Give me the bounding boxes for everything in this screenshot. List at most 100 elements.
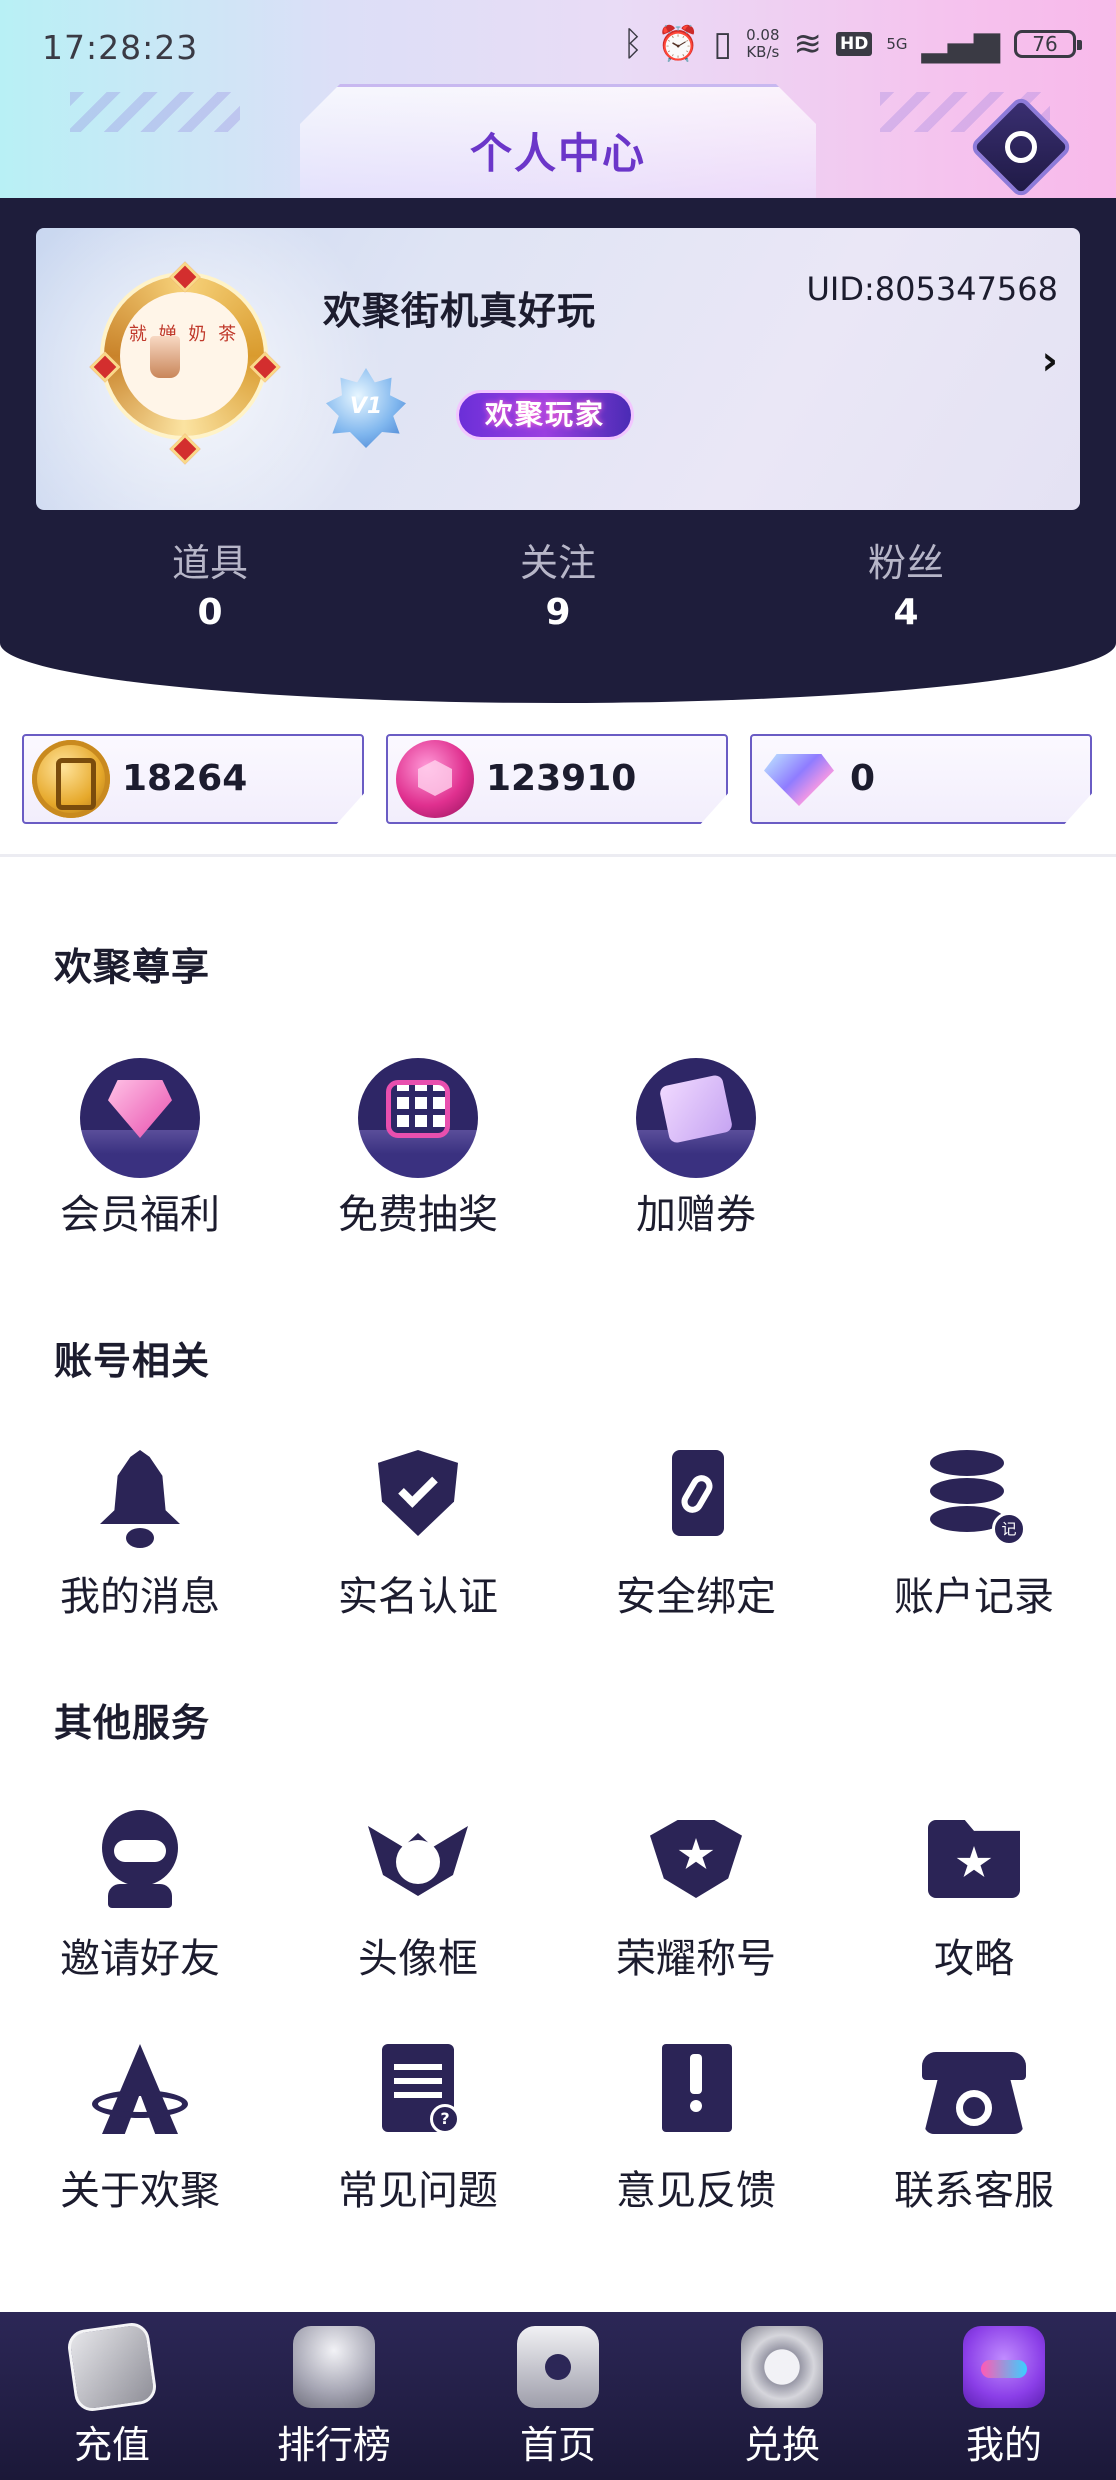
menu-item-security-binding[interactable]: 安全绑定 <box>596 1440 796 1622</box>
menu-item-honor-title[interactable]: 荣耀称号 <box>596 1802 796 1984</box>
menu-item-invite-friends[interactable]: 邀请好友 <box>40 1802 240 1984</box>
shield-check-icon <box>358 1440 478 1560</box>
section-title-exclusive: 欢聚尊享 <box>54 945 211 989</box>
coupon-icon <box>636 1058 756 1178</box>
stat-value: 4 <box>893 592 919 633</box>
home-arcade-icon <box>517 2326 599 2408</box>
menu-item-about[interactable]: 关于欢聚 <box>40 2034 240 2216</box>
currency-amount: 0 <box>850 758 876 799</box>
menu-item-customer-service[interactable]: 联系客服 <box>874 2034 1074 2216</box>
tab-label: 充值 <box>73 2423 150 2467</box>
menu-item-label: 我的消息 <box>60 1574 220 1620</box>
stat-value: 0 <box>197 592 223 633</box>
menu-item-label: 会员福利 <box>60 1192 220 1238</box>
tab-label: 我的 <box>965 2423 1042 2467</box>
profile-stats: 道具 0 关注 9 粉丝 4 <box>0 532 1116 652</box>
exchange-icon <box>741 2326 823 2408</box>
nickname: 欢聚街机真好玩 <box>323 289 597 333</box>
menu-item-label: 关于欢聚 <box>60 2168 220 2214</box>
stat-items[interactable]: 道具 0 <box>90 532 330 633</box>
menu-item-messages[interactable]: 我的消息 <box>40 1440 240 1622</box>
star-emblem-icon <box>636 1802 756 1922</box>
menu-item-bonus-coupon[interactable]: 加赠券 <box>596 1058 796 1240</box>
network-type: 5G <box>886 34 908 53</box>
menu-item-free-lottery[interactable]: 免费抽奖 <box>318 1058 518 1240</box>
menu-item-feedback[interactable]: 意见反馈 <box>596 2034 796 2216</box>
status-icons: ᛒ ⏰ ▯ 0.08 KB/s ≋ HD 5G ▂▄▆ 76 <box>622 24 1082 64</box>
section-divider <box>0 854 1116 857</box>
avatar[interactable]: 就 婵 奶 茶 <box>89 261 281 466</box>
battery-icon: 76 <box>1014 30 1082 58</box>
star-folder-icon <box>914 1802 1034 1922</box>
menu-item-guide[interactable]: 攻略 <box>874 1802 1074 1984</box>
bottom-tab-bar: 充值 排行榜 首页 兑换 我的 <box>0 2312 1116 2480</box>
role-badge: 欢聚玩家 <box>456 390 634 440</box>
menu-item-real-name[interactable]: 实名认证 <box>318 1440 518 1622</box>
tab-label: 首页 <box>519 2423 596 2467</box>
trophy-icon <box>293 2326 375 2408</box>
tab-ranking[interactable]: 排行榜 <box>234 2312 434 2480</box>
vip-level-badge[interactable]: V1 <box>326 368 406 448</box>
net-speed: 0.08 KB/s <box>746 26 780 61</box>
menu-item-label: 邀请好友 <box>60 1936 220 1982</box>
robot-friend-icon <box>80 1802 200 1922</box>
vip-level-text: V1 <box>349 394 383 419</box>
feedback-book-icon <box>636 2034 756 2154</box>
telephone-icon <box>914 2034 1034 2154</box>
stat-following[interactable]: 关注 9 <box>438 532 678 633</box>
menu-item-label: 头像框 <box>358 1936 478 1982</box>
tab-home[interactable]: 首页 <box>458 2312 658 2480</box>
menu-item-label: 荣耀称号 <box>616 1936 776 1982</box>
currency-diamond[interactable]: 0 <box>750 734 1092 824</box>
tab-exchange[interactable]: 兑换 <box>682 2312 882 2480</box>
menu-item-label: 联系客服 <box>894 2168 1054 2214</box>
stat-label: 粉丝 <box>867 541 944 585</box>
lottery-machine-icon <box>358 1058 478 1178</box>
menu-item-label: 加赠券 <box>636 1192 756 1238</box>
menu-item-vip-benefits[interactable]: 会员福利 <box>40 1058 240 1240</box>
menu-item-label: 意见反馈 <box>616 2168 776 2214</box>
status-bar: 17:28:23 ᛒ ⏰ ▯ 0.08 KB/s ≋ HD 5G ▂▄▆ 76 <box>0 0 1116 100</box>
stat-label: 关注 <box>519 541 596 585</box>
currency-amount: 18264 <box>122 758 248 799</box>
diamond-icon <box>760 740 838 818</box>
menu-item-label: 攻略 <box>934 1936 1014 1982</box>
vibrate-icon: ▯ <box>713 24 733 64</box>
menu-item-avatar-frame[interactable]: 头像框 <box>318 1802 518 1984</box>
avatar-image: 就 婵 奶 茶 <box>120 292 248 420</box>
stat-value: 9 <box>545 592 571 633</box>
stat-fans[interactable]: 粉丝 4 <box>786 532 1026 633</box>
tab-label: 排行榜 <box>276 2423 391 2467</box>
bluetooth-icon: ᛒ <box>622 24 644 64</box>
wifi-icon: ≋ <box>793 24 823 64</box>
menu-item-label: 账户记录 <box>894 1574 1054 1620</box>
mine-avatar-icon <box>963 2326 1045 2408</box>
settings-icon <box>1005 131 1037 163</box>
recharge-icon <box>65 2320 159 2414</box>
chevron-right-icon[interactable]: › <box>1042 338 1058 384</box>
currency-gold[interactable]: 18264 <box>22 734 364 824</box>
database-record-icon: 记 <box>914 1440 1034 1560</box>
section-title-account: 账号相关 <box>54 1339 211 1383</box>
tab-recharge[interactable]: 充值 <box>12 2312 212 2480</box>
menu-item-faq[interactable]: ? 常见问题 <box>318 2034 518 2216</box>
user-id: UID:805347568 <box>806 270 1058 308</box>
frame-gem-icon <box>169 433 201 465</box>
menu-item-label: 免费抽奖 <box>338 1192 498 1238</box>
faq-document-icon: ? <box>358 2034 478 2154</box>
alarm-icon: ⏰ <box>657 24 700 64</box>
winged-frame-icon <box>358 1802 478 1922</box>
currency-gem[interactable]: 123910 <box>386 734 728 824</box>
tab-mine[interactable]: 我的 <box>904 2312 1104 2480</box>
hd-badge: HD <box>836 32 873 56</box>
menu-item-account-records[interactable]: 记 账户记录 <box>874 1440 1074 1622</box>
profile-card[interactable]: 就 婵 奶 茶 欢聚街机真好玩 UID:805347568 › V1 欢聚玩家 <box>36 228 1080 510</box>
gold-coin-icon <box>32 740 110 818</box>
pink-gem-coin-icon <box>396 740 474 818</box>
menu-item-label: 实名认证 <box>338 1574 498 1620</box>
menu-item-label: 安全绑定 <box>616 1574 776 1620</box>
milk-tea-icon <box>150 336 180 378</box>
status-time: 17:28:23 <box>42 28 199 67</box>
page-title: 个人中心 <box>469 129 646 178</box>
app-logo-icon <box>80 2034 200 2154</box>
